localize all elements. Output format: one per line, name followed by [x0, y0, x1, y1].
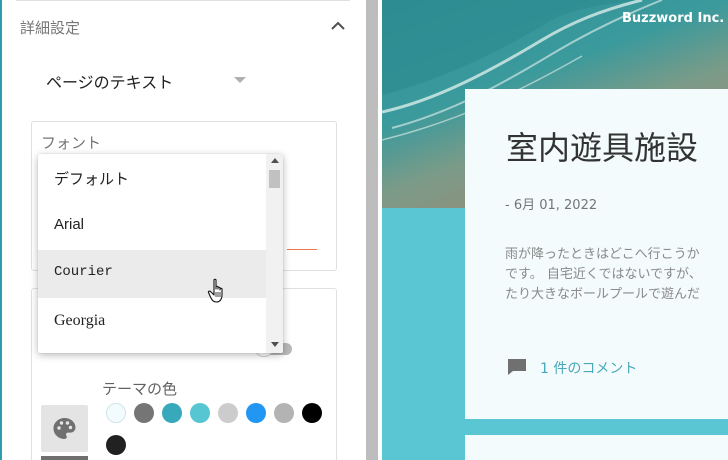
font-dropdown-list[interactable]: デフォルト Arial Courier Georgia	[38, 154, 283, 353]
next-post-card	[465, 435, 728, 460]
page-text-select[interactable]: ページのテキスト	[46, 66, 258, 94]
post-body: 雨が降ったときはどこへ行こうか です。 自宅近くではないですが、 たり大きなボー…	[505, 245, 728, 305]
font-option-label: デフォルト	[54, 170, 130, 188]
color-swatch[interactable]	[246, 403, 266, 423]
color-swatch[interactable]	[302, 403, 322, 423]
section-title: 詳細設定	[20, 19, 81, 37]
color-swatch[interactable]	[106, 403, 126, 423]
hand-cursor-icon	[207, 278, 229, 304]
font-field-underline	[287, 249, 317, 250]
scroll-down-arrow-icon[interactable]	[271, 342, 279, 347]
post-card: 室内遊具施設 - 6月 01, 2022 雨が降ったときはどこへ行こうか です。…	[465, 89, 728, 419]
color-swatch[interactable]	[134, 403, 154, 423]
post-body-line: 雨が降ったときはどこへ行こうか	[505, 247, 700, 262]
palette-bar	[41, 456, 88, 460]
comment-icon	[507, 358, 527, 376]
dropdown-scrollbar[interactable]	[266, 154, 283, 353]
post-body-line: たり大きなボールプールで遊んだ	[505, 287, 701, 302]
dropdown-caret-icon	[234, 77, 246, 83]
comment-link-text: 1 件のコメント	[540, 361, 638, 377]
font-option-label: Arial	[54, 216, 85, 233]
font-option-arial[interactable]: Arial	[38, 202, 266, 250]
theme-color-label: テーマの色	[102, 380, 178, 398]
palette-button[interactable]	[41, 405, 88, 452]
blogger-theme-customizer: 詳細設定 ページのテキスト フォント テーマの色 Buzzword Inc. 室…	[0, 0, 728, 460]
color-swatch[interactable]	[218, 403, 238, 423]
font-field-label: フォント	[41, 134, 102, 152]
color-swatch[interactable]	[162, 403, 182, 423]
font-option-label: Courier	[54, 264, 113, 280]
color-swatch[interactable]	[190, 403, 210, 423]
post-date: - 6月 01, 2022	[505, 198, 598, 213]
font-option-default[interactable]: デフォルト	[38, 154, 266, 202]
palette-icon	[53, 418, 76, 439]
color-swatch[interactable]	[274, 403, 294, 423]
blog-brand-title[interactable]: Buzzword Inc.	[622, 11, 724, 26]
blog-preview: Buzzword Inc. 室内遊具施設 - 6月 01, 2022 雨が降った…	[382, 0, 728, 460]
color-swatch[interactable]	[106, 435, 126, 455]
font-option-courier[interactable]: Courier	[38, 250, 266, 298]
page-text-select-label: ページのテキスト	[46, 73, 174, 92]
panel-splitter[interactable]	[366, 0, 378, 460]
scroll-up-arrow-icon[interactable]	[271, 158, 279, 163]
scrollbar-thumb[interactable]	[269, 170, 280, 188]
post-title[interactable]: 室内遊具施設	[506, 123, 698, 169]
panel-divider	[16, 0, 350, 1]
post-body-line: です。 自宅近くではないですが、	[505, 267, 702, 282]
font-option-georgia[interactable]: Georgia	[38, 298, 266, 346]
font-option-label: Georgia	[54, 312, 106, 329]
chevron-up-icon[interactable]	[328, 16, 348, 36]
